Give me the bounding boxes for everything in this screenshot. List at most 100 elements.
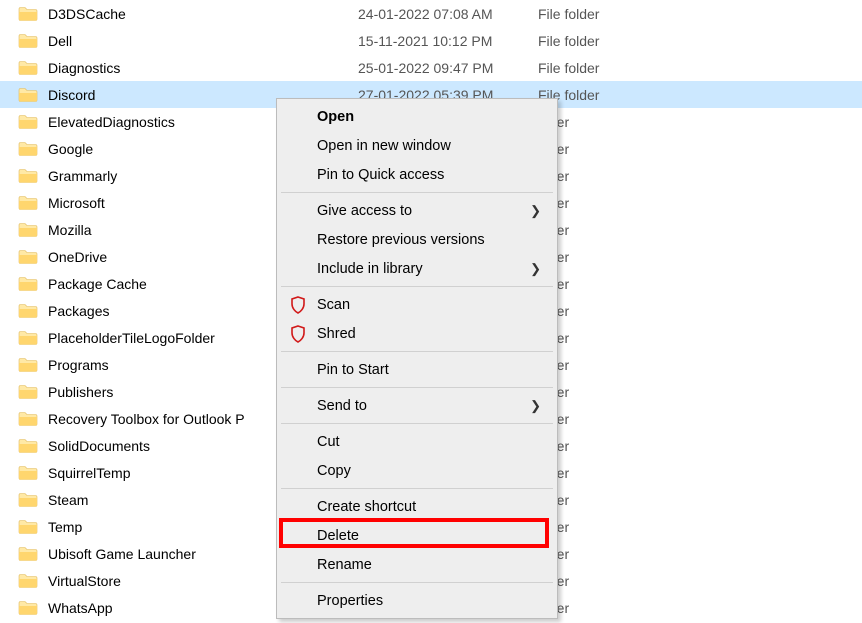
- chevron-right-icon: ❯: [530, 398, 541, 414]
- folder-icon: [18, 276, 38, 292]
- folder-icon: [18, 384, 38, 400]
- menu-separator: [281, 423, 553, 424]
- shield-icon: [289, 325, 307, 343]
- folder-icon: [18, 546, 38, 562]
- folder-icon: [18, 573, 38, 589]
- menu-include-in-library[interactable]: Include in library❯: [279, 254, 555, 283]
- file-row[interactable]: Dell 15-11-2021 10:12 PMFile folder: [0, 27, 862, 54]
- file-type-label: File folder: [538, 6, 688, 22]
- file-type-label: older: [538, 114, 688, 130]
- file-type-label: older: [538, 600, 688, 616]
- folder-icon: [18, 114, 38, 130]
- file-type-label: older: [538, 195, 688, 211]
- menu-separator: [281, 286, 553, 287]
- menu-send-to[interactable]: Send to❯: [279, 391, 555, 420]
- file-type-label: older: [538, 276, 688, 292]
- context-menu: Open Open in new window Pin to Quick acc…: [276, 98, 558, 619]
- file-name-label: Google: [48, 141, 93, 157]
- file-date-label: 25-01-2022 09:47 PM: [358, 60, 538, 76]
- file-row[interactable]: Diagnostics 25-01-2022 09:47 PMFile folde…: [0, 54, 862, 81]
- menu-separator: [281, 192, 553, 193]
- menu-separator: [281, 488, 553, 489]
- menu-open-new-window[interactable]: Open in new window: [279, 131, 555, 160]
- file-type-label: older: [538, 411, 688, 427]
- folder-icon: [18, 357, 38, 373]
- file-name-label: Programs: [48, 357, 109, 373]
- folder-icon: [18, 330, 38, 346]
- menu-give-access-to[interactable]: Give access to❯: [279, 196, 555, 225]
- file-type-label: older: [538, 519, 688, 535]
- file-row[interactable]: D3DSCache 24-01-2022 07:08 AMFile folder: [0, 0, 862, 27]
- file-name-label: Ubisoft Game Launcher: [48, 546, 196, 562]
- folder-icon: [18, 303, 38, 319]
- chevron-right-icon: ❯: [530, 261, 541, 277]
- menu-copy[interactable]: Copy: [279, 456, 555, 485]
- file-name-label: Package Cache: [48, 276, 147, 292]
- file-date-label: 24-01-2022 07:08 AM: [358, 6, 538, 22]
- file-name-label: ElevatedDiagnostics: [48, 114, 175, 130]
- menu-pin-quick-access[interactable]: Pin to Quick access: [279, 160, 555, 189]
- file-type-label: older: [538, 303, 688, 319]
- file-type-label: File folder: [538, 33, 688, 49]
- file-name-label: Microsoft: [48, 195, 105, 211]
- file-name-label: Dell: [48, 33, 72, 49]
- file-type-label: older: [538, 573, 688, 589]
- menu-cut[interactable]: Cut: [279, 427, 555, 456]
- folder-icon: [18, 438, 38, 454]
- file-name-cell[interactable]: Dell: [18, 33, 358, 49]
- file-type-label: File folder: [538, 87, 688, 103]
- folder-icon: [18, 6, 38, 22]
- menu-properties[interactable]: Properties: [279, 586, 555, 615]
- menu-separator: [281, 582, 553, 583]
- file-name-label: SquirrelTemp: [48, 465, 130, 481]
- file-name-cell[interactable]: Diagnostics: [18, 60, 358, 76]
- menu-rename[interactable]: Rename: [279, 550, 555, 579]
- folder-icon: [18, 168, 38, 184]
- file-type-label: older: [538, 357, 688, 373]
- folder-icon: [18, 519, 38, 535]
- menu-pin-to-start[interactable]: Pin to Start: [279, 355, 555, 384]
- file-name-label: D3DSCache: [48, 6, 126, 22]
- shield-icon: [289, 296, 307, 314]
- file-name-label: Grammarly: [48, 168, 117, 184]
- file-type-label: older: [538, 546, 688, 562]
- folder-icon: [18, 465, 38, 481]
- menu-shred[interactable]: Shred: [279, 319, 555, 348]
- menu-separator: [281, 387, 553, 388]
- folder-icon: [18, 195, 38, 211]
- file-name-label: Diagnostics: [48, 60, 120, 76]
- file-name-label: Publishers: [48, 384, 113, 400]
- file-type-label: older: [538, 438, 688, 454]
- folder-icon: [18, 60, 38, 76]
- menu-open[interactable]: Open: [279, 102, 555, 131]
- file-type-label: older: [538, 492, 688, 508]
- folder-icon: [18, 492, 38, 508]
- folder-icon: [18, 222, 38, 238]
- file-name-label: VirtualStore: [48, 573, 121, 589]
- file-type-label: older: [538, 465, 688, 481]
- file-type-label: older: [538, 249, 688, 265]
- file-type-label: older: [538, 222, 688, 238]
- file-type-label: File folder: [538, 60, 688, 76]
- menu-scan[interactable]: Scan: [279, 290, 555, 319]
- file-date-label: 15-11-2021 10:12 PM: [358, 33, 538, 49]
- file-type-label: older: [538, 384, 688, 400]
- file-name-label: Discord: [48, 87, 95, 103]
- folder-icon: [18, 141, 38, 157]
- menu-separator: [281, 351, 553, 352]
- menu-delete[interactable]: Delete: [279, 521, 555, 550]
- menu-restore-previous-versions[interactable]: Restore previous versions: [279, 225, 555, 254]
- menu-create-shortcut[interactable]: Create shortcut: [279, 492, 555, 521]
- file-name-cell[interactable]: D3DSCache: [18, 6, 358, 22]
- folder-icon: [18, 600, 38, 616]
- chevron-right-icon: ❯: [530, 203, 541, 219]
- file-name-label: PlaceholderTileLogoFolder: [48, 330, 215, 346]
- file-name-label: Recovery Toolbox for Outlook P: [48, 411, 245, 427]
- file-name-label: OneDrive: [48, 249, 107, 265]
- file-name-label: Mozilla: [48, 222, 92, 238]
- file-type-label: older: [538, 141, 688, 157]
- file-type-label: older: [538, 168, 688, 184]
- folder-icon: [18, 249, 38, 265]
- file-name-label: Temp: [48, 519, 82, 535]
- file-type-label: older: [538, 330, 688, 346]
